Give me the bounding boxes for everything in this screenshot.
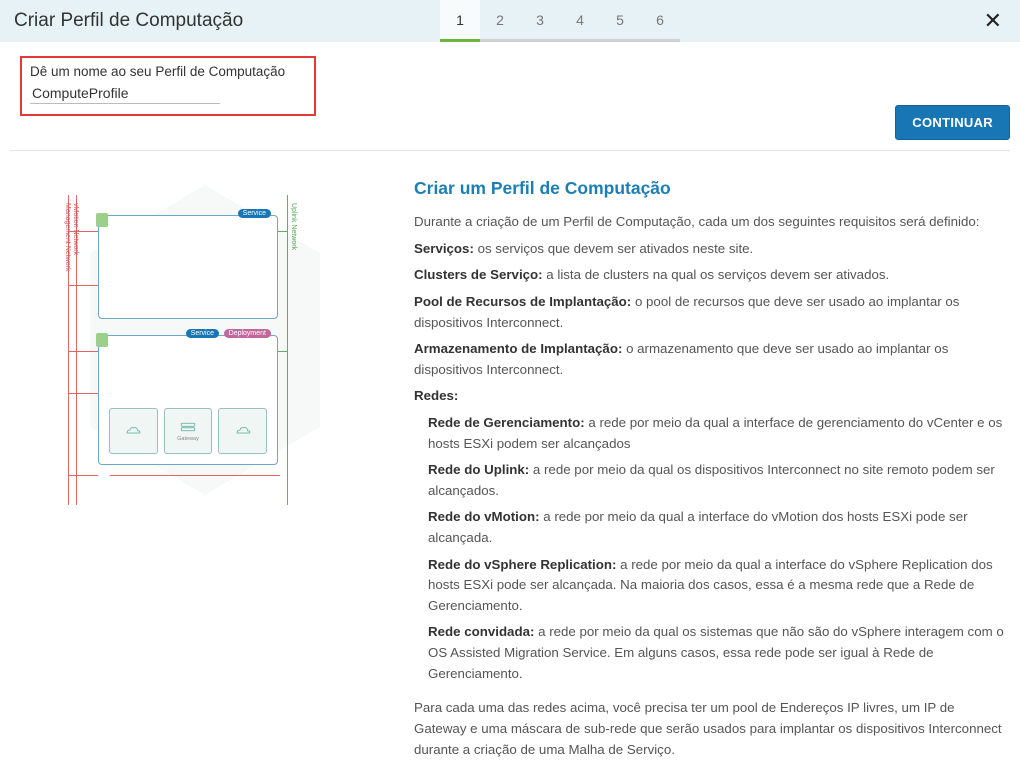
service-badge-2: Service <box>186 329 219 338</box>
conn <box>278 231 288 232</box>
name-field-highlight: Dê um nome ao seu Perfil de Computação <box>20 56 316 116</box>
info-heading: Criar um Perfil de Computação <box>414 175 1004 202</box>
network-item: Rede do vSphere Replication: a rede por … <box>428 555 1004 617</box>
step-5[interactable]: 5 <box>600 0 640 42</box>
conn <box>68 393 98 394</box>
mgmt-label: Management Network <box>64 203 71 271</box>
wizard-header: Criar Perfil de Computação 1 2 3 4 5 6 ✕ <box>0 0 1020 42</box>
conn <box>68 351 98 352</box>
network-item: Rede do Uplink: a rede por meio da qual … <box>428 460 1004 501</box>
step-1[interactable]: 1 <box>440 0 480 42</box>
appliance-box: Gateway <box>164 408 213 454</box>
uplink-label: Uplink Network <box>290 203 297 250</box>
step-6[interactable]: 6 <box>640 0 680 42</box>
continue-button[interactable]: CONTINUAR <box>895 105 1010 140</box>
architecture-diagram: Management Network vMotion Network Uplin… <box>50 175 350 505</box>
service-cluster: Service <box>98 215 278 319</box>
network-item: Rede do vMotion: a rede por meio da qual… <box>428 507 1004 548</box>
info-item: Redes: <box>414 386 1004 407</box>
cluster-icon <box>96 333 108 347</box>
appliance-row: Gateway <box>109 408 267 454</box>
info-item: Clusters de Serviço: a lista de clusters… <box>414 265 1004 286</box>
form-section: Dê um nome ao seu Perfil de Computação C… <box>10 42 1010 151</box>
info-intro: Durante a criação de um Perfil de Comput… <box>414 212 1004 233</box>
network-item: Rede convidada: a rede por meio da qual … <box>428 622 1004 684</box>
info-footer: Para cada uma das redes acima, você prec… <box>414 698 1004 760</box>
info-item: Armazenamento de Implantação: o armazena… <box>414 339 1004 380</box>
deployment-badge: Deployment <box>224 329 271 338</box>
info-panel: Criar um Perfil de Computação Durante a … <box>414 175 1010 766</box>
profile-name-input[interactable] <box>30 83 220 104</box>
appliance-box <box>109 408 158 454</box>
conn <box>68 475 98 476</box>
info-item: Pool de Recursos de Implantação: o pool … <box>414 292 1004 333</box>
step-4[interactable]: 4 <box>560 0 600 42</box>
body-content: Management Network vMotion Network Uplin… <box>0 151 1020 766</box>
diagram-panel: Management Network vMotion Network Uplin… <box>10 175 390 766</box>
close-icon[interactable]: ✕ <box>984 8 1002 34</box>
cluster-icon <box>96 213 108 227</box>
step-2[interactable]: 2 <box>480 0 520 42</box>
service-badge: Service <box>238 209 271 218</box>
step-3[interactable]: 3 <box>520 0 560 42</box>
conn <box>278 351 288 352</box>
network-item: Rede de Gerenciamento: a rede por meio d… <box>428 413 1004 454</box>
uplink-line <box>287 195 288 505</box>
conn <box>68 231 98 232</box>
info-item: Serviços: os serviços que devem ser ativ… <box>414 239 1004 260</box>
vmotion-label: vMotion Network <box>72 203 79 255</box>
profile-name-label: Dê um nome ao seu Perfil de Computação <box>30 64 306 79</box>
wizard-steps: 1 2 3 4 5 6 <box>440 0 680 42</box>
conn <box>110 475 280 476</box>
deployment-cluster: Service Deployment Gateway <box>98 335 278 465</box>
wizard-title: Criar Perfil de Computação <box>0 10 440 32</box>
appliance-box <box>218 408 267 454</box>
conn <box>68 285 98 286</box>
